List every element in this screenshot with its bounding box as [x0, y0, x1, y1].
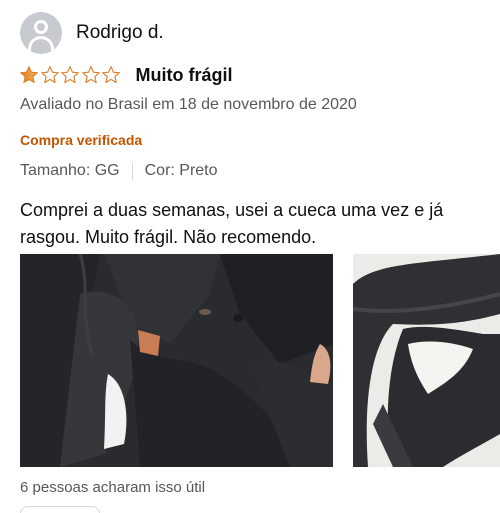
review-date: Avaliado no Brasil em 18 de novembro de … — [20, 96, 357, 113]
rating-row: Muito frágil — [19, 62, 233, 88]
star-empty-icon — [81, 66, 100, 84]
review-text: Comprei a duas semanas, usei a cueca uma… — [20, 200, 444, 247]
reviewer-profile[interactable]: Rodrigo d. — [20, 12, 164, 54]
variant-divider — [131, 162, 133, 180]
star-empty-icon — [40, 66, 59, 84]
variant-size: Tamanho: GG — [20, 162, 120, 179]
verified-purchase-badge: Compra verificada — [20, 132, 143, 148]
customer-review: Rodrigo d. Muito frágil Avaliado no Bras… — [0, 0, 500, 513]
star-filled-icon — [20, 66, 38, 83]
review-photo-1[interactable] — [20, 254, 333, 467]
helpful-button[interactable] — [20, 506, 100, 513]
review-title: Muito frágil — [135, 64, 233, 85]
star-empty-icon — [102, 66, 120, 84]
reviewer-name[interactable]: Rodrigo d. — [76, 22, 164, 44]
star-empty-icon — [61, 66, 79, 84]
review-photo-2[interactable] — [353, 254, 500, 467]
star-rating — [19, 65, 122, 85]
variant-color: Cor: Preto — [144, 162, 218, 179]
product-variant: Tamanho: GG Cor: Preto — [20, 162, 218, 180]
helpful-count: 6 pessoas acharam isso útil — [20, 479, 206, 496]
avatar-icon — [20, 12, 62, 54]
